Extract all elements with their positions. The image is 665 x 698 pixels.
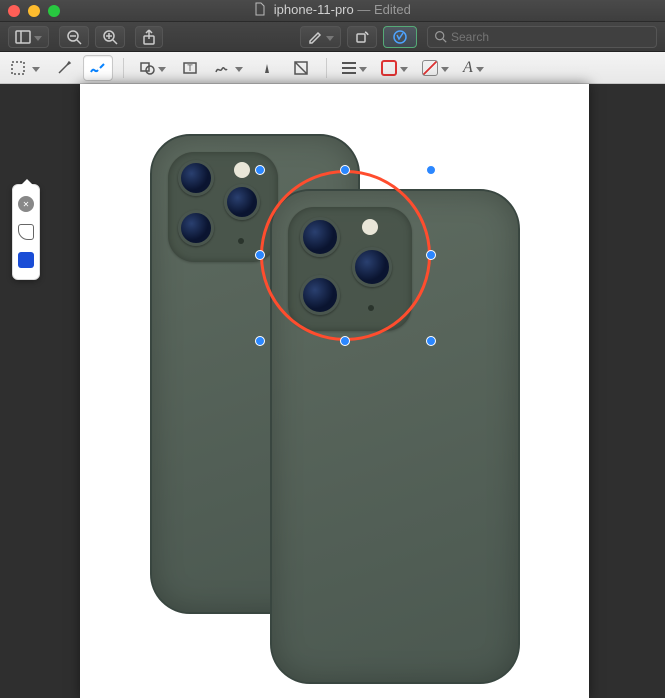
- selection-handle-w[interactable]: [255, 250, 265, 260]
- selection-handle-sw[interactable]: [255, 336, 265, 346]
- sketch-icon: [89, 60, 107, 76]
- close-window-button[interactable]: [8, 5, 20, 17]
- selection-handle-e[interactable]: [426, 250, 436, 260]
- sketch-tool-button[interactable]: [83, 55, 113, 81]
- minimize-window-button[interactable]: [28, 5, 40, 17]
- search-icon: [434, 30, 447, 43]
- fill-menu-button[interactable]: [417, 55, 454, 81]
- sketch-shape-option[interactable]: [17, 223, 35, 241]
- sidebar-menu-button[interactable]: [8, 26, 49, 48]
- selection-handle-n[interactable]: [340, 165, 350, 175]
- text-style-icon: A: [463, 59, 473, 77]
- camera-lens: [178, 210, 214, 246]
- highlight-button[interactable]: [300, 26, 341, 48]
- zoom-out-icon: [66, 29, 82, 45]
- window-controls: [8, 5, 60, 17]
- search-field[interactable]: [427, 26, 657, 48]
- markup-toolbar: T A: [0, 52, 665, 84]
- sidebar-icon: [15, 30, 31, 44]
- zoom-out-button[interactable]: [59, 26, 89, 48]
- stroke-color-icon: [381, 60, 397, 76]
- window-title-filename: iphone-11-pro: [274, 2, 354, 17]
- selection-handle-s[interactable]: [340, 336, 350, 346]
- camera-lens: [178, 160, 214, 196]
- adjust-shape-button[interactable]: [286, 55, 316, 81]
- rotate-icon: [354, 29, 370, 45]
- selection-handle-se[interactable]: [426, 336, 436, 346]
- text-icon: T: [182, 60, 198, 76]
- fullscreen-window-button[interactable]: [48, 5, 60, 17]
- divider: [123, 58, 124, 78]
- stroke-icon: [342, 62, 356, 74]
- instant-alpha-button[interactable]: [49, 55, 79, 81]
- instant-alpha-icon: [56, 60, 72, 76]
- search-input[interactable]: [451, 30, 650, 44]
- fill-icon: [422, 60, 438, 76]
- sketch-keep-option[interactable]: [17, 251, 35, 269]
- highlight-icon: [307, 29, 323, 45]
- camera-mic: [238, 238, 244, 244]
- adjust-shape-icon: [293, 60, 309, 76]
- sketch-cancel-button[interactable]: [17, 195, 35, 213]
- camera-flash: [234, 162, 250, 178]
- annotation-circle[interactable]: [260, 170, 431, 341]
- zoom-in-icon: [102, 29, 118, 45]
- svg-text:T: T: [187, 63, 193, 73]
- shapes-menu-button[interactable]: [134, 55, 171, 81]
- share-icon: [142, 29, 156, 45]
- text-tool-button[interactable]: T: [175, 55, 205, 81]
- selection-handle-nw[interactable]: [255, 165, 265, 175]
- markup-icon: [390, 29, 410, 45]
- sign-menu-button[interactable]: [209, 55, 248, 81]
- canvas-area[interactable]: [0, 84, 665, 698]
- adjust-color-icon: [259, 60, 275, 76]
- shapes-icon: [139, 60, 155, 76]
- selection-icon: [11, 60, 29, 76]
- camera-lens: [224, 184, 260, 220]
- window-title: iphone-11-pro — Edited: [0, 2, 665, 19]
- window-title-edited: — Edited: [354, 2, 411, 17]
- markup-button[interactable]: [383, 26, 417, 48]
- selection-tool-button[interactable]: [6, 55, 45, 81]
- selection-handle-ne[interactable]: [426, 165, 436, 175]
- document-page[interactable]: [80, 84, 589, 698]
- text-style-menu-button[interactable]: A: [458, 55, 489, 81]
- rotate-button[interactable]: [347, 26, 377, 48]
- stroke-color-menu-button[interactable]: [376, 55, 413, 81]
- share-button[interactable]: [135, 26, 163, 48]
- document-icon: [254, 2, 266, 19]
- sign-icon: [214, 60, 232, 76]
- titlebar: iphone-11-pro — Edited: [0, 0, 665, 22]
- divider: [326, 58, 327, 78]
- primary-toolbar: [0, 22, 665, 52]
- adjust-color-button[interactable]: [252, 55, 282, 81]
- stroke-menu-button[interactable]: [337, 55, 372, 81]
- sketch-palette-popover: [12, 184, 40, 280]
- zoom-in-button[interactable]: [95, 26, 125, 48]
